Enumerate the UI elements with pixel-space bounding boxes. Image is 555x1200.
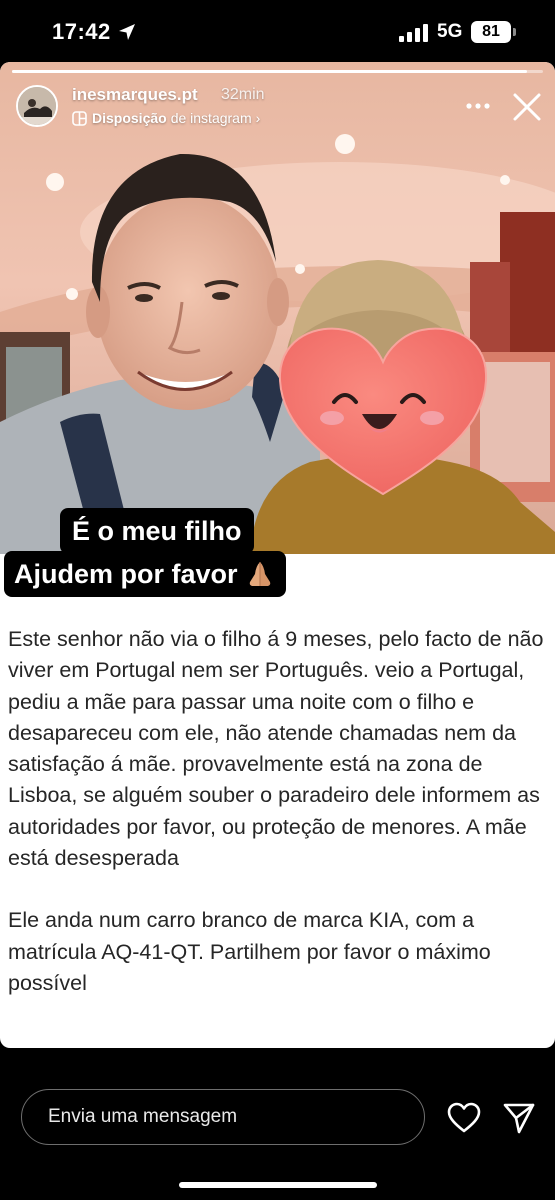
chevron-right-icon: › [255, 110, 261, 126]
status-bar: 17:42 5G 81 [0, 0, 555, 62]
battery-indicator: 81 [471, 21, 511, 43]
story-username[interactable]: inesmarques.pt [72, 85, 198, 105]
story-time-ago: 32min [221, 86, 265, 103]
layout-label: Disposição [92, 110, 167, 126]
layout-grid-icon [72, 110, 87, 126]
heart-icon[interactable] [447, 1102, 481, 1134]
story-progress-bar [12, 70, 543, 73]
more-horizontal-icon[interactable] [462, 90, 494, 122]
story-header: inesmarques.pt 32min Disposição de insta… [0, 82, 555, 132]
network-type: 5G [437, 21, 463, 42]
home-indicator[interactable] [179, 1182, 377, 1188]
battery-tip [513, 28, 516, 36]
caption-text-2: Ajudem por favor [14, 559, 238, 589]
body-paragraph-2: Ele anda num carro branco de marca KIA, … [8, 908, 491, 995]
cellular-signal-icon [399, 24, 428, 42]
close-icon[interactable] [510, 90, 544, 124]
story-caption-line-2: Ajudem por favor [4, 551, 286, 597]
story-body-text: Este senhor não via o filho á 9 meses, p… [8, 624, 548, 999]
layout-suffix: de instagram [170, 110, 252, 126]
body-paragraph-1: Este senhor não via o filho á 9 meses, p… [8, 627, 544, 871]
message-input[interactable] [21, 1089, 425, 1145]
story-progress-fill [12, 70, 528, 73]
avatar[interactable] [16, 85, 58, 127]
status-time: 17:42 [52, 19, 111, 44]
caption-text-1: É o meu filho [72, 516, 242, 546]
layout-attribution[interactable]: Disposição de instagram › [72, 108, 260, 128]
story-photo [0, 62, 555, 554]
story-card[interactable]: inesmarques.pt 32min Disposição de insta… [0, 62, 555, 1048]
location-arrow-icon [119, 24, 135, 40]
send-icon[interactable] [502, 1101, 536, 1135]
story-caption-line-1: É o meu filho [60, 508, 254, 554]
folded-hands-emoji [249, 562, 270, 586]
